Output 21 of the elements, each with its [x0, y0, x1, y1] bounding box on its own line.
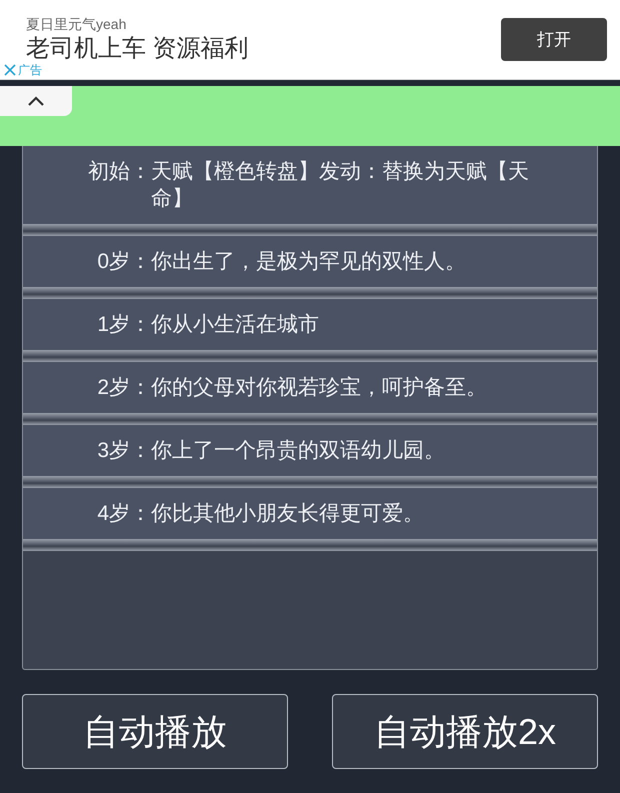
ad-source: 夏日里元气yeah — [26, 14, 128, 32]
autoplay-button[interactable]: 自动播放 — [22, 694, 288, 769]
event-text: 你的父母对你视若珍宝，呵护备至。 — [151, 375, 488, 401]
open-button[interactable]: 打开 — [501, 18, 607, 61]
age-label: 3岁： — [96, 438, 151, 464]
event-text: 你出生了，是极为罕见的双性人。 — [151, 249, 467, 275]
event-text: 你从小生活在城市 — [151, 312, 320, 338]
collapse-tab[interactable] — [0, 86, 72, 116]
event-text: 天赋【橙色转盘】发动：替换为天赋【天命】 — [151, 159, 530, 212]
ad-label: 广告 — [18, 63, 42, 77]
event-text: 你上了一个昂贵的双语幼儿园。 — [151, 438, 446, 464]
chevron-up-icon — [27, 96, 45, 106]
age-label: 1岁： — [96, 312, 151, 338]
close-icon[interactable] — [4, 64, 16, 76]
ad-headline: 老司机上车 资源福利 — [26, 34, 250, 64]
age-label: 4岁： — [96, 501, 151, 527]
event-text: 你比其他小朋友长得更可爱。 — [151, 501, 425, 527]
age-label: 初始： — [87, 159, 151, 185]
autoplay-button[interactable]: 自动播放2x — [332, 694, 598, 769]
age-label: 0岁： — [96, 249, 151, 275]
age-label: 2岁： — [96, 375, 151, 401]
